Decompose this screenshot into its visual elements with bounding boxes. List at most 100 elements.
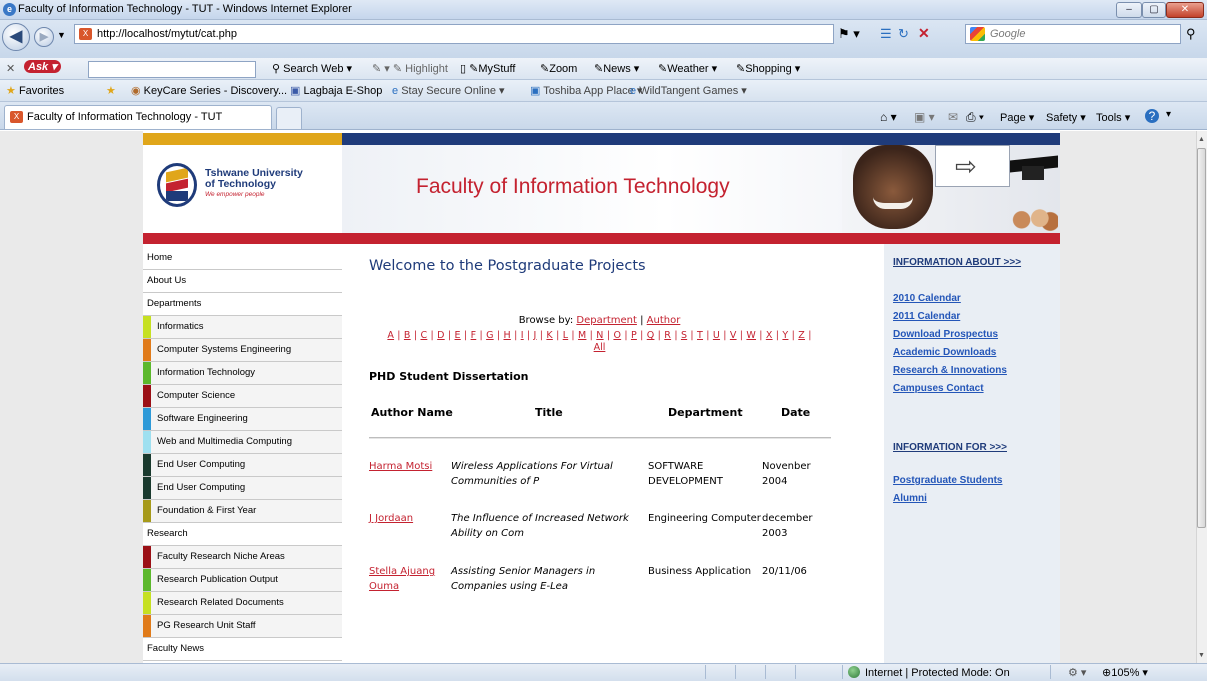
browse-author-link[interactable]: Author	[647, 315, 681, 326]
scrollbar-thumb[interactable]	[1197, 148, 1206, 528]
shopping-button[interactable]: ✎Shopping ▾	[736, 62, 800, 75]
letter-link[interactable]: X	[766, 330, 773, 341]
scroll-down-icon[interactable]: ▼	[1198, 652, 1205, 659]
menu-item[interactable]: Computer Systems Engineering	[143, 339, 342, 362]
menu-item[interactable]: Information Technology	[143, 362, 342, 385]
letter-link[interactable]: G	[486, 330, 494, 341]
link-alumni[interactable]: Alumni	[893, 493, 927, 504]
new-tab-button[interactable]	[276, 107, 302, 129]
zoom-button[interactable]: ✎Zoom	[540, 62, 577, 75]
compatibility-flag-icon[interactable]: ⚑ ▾	[838, 26, 860, 42]
search-box[interactable]: Google	[965, 24, 1181, 44]
maximize-button[interactable]: ▢	[1142, 2, 1166, 18]
favorite-link-lagbaja[interactable]: ▣ Lagbaja E-Shop	[290, 84, 382, 97]
author-link[interactable]: Stella Ajuang Ouma	[369, 566, 435, 592]
menu-item[interactable]: Faculty Research Niche Areas	[143, 546, 342, 569]
highlight-button[interactable]: ✎ ▾ ✎ Highlight	[372, 62, 448, 75]
menu-item[interactable]: Home	[143, 247, 342, 270]
letter-link[interactable]: Z	[798, 330, 805, 341]
favorite-link-toshiba[interactable]: ▣ Toshiba App Place ▾	[530, 84, 642, 97]
favorite-link-wildtangent[interactable]: e WildTangent Games ▾	[630, 84, 747, 97]
back-button[interactable]: ◀	[2, 23, 30, 51]
tab-favicon-icon: X	[10, 111, 23, 123]
stop-icon[interactable]: ✕	[918, 25, 930, 42]
ask-search-input[interactable]	[88, 61, 256, 78]
scroll-up-icon[interactable]: ▲	[1198, 136, 1205, 143]
zoom-control[interactable]: ⊕105% ▾	[1102, 666, 1148, 679]
all-link[interactable]: All	[594, 342, 606, 353]
search-go-icon[interactable]: ⚲	[1186, 26, 1196, 42]
link-research-innovations[interactable]: Research & Innovations	[893, 365, 1007, 376]
xampp-favicon-icon: X	[79, 28, 92, 40]
menu-item[interactable]: PG Research Unit Staff	[143, 615, 342, 638]
feeds-icon[interactable]: ▣ ▾	[914, 110, 935, 124]
menu-item[interactable]: Foundation & First Year	[143, 500, 342, 523]
row-date: Novenber 2004	[762, 461, 811, 487]
author-link[interactable]: J Jordaan	[369, 513, 413, 524]
link-campuses-contact[interactable]: Campuses Contact	[893, 383, 984, 394]
info-for-heading[interactable]: INFORMATION FOR >>>	[893, 442, 1007, 453]
mystuff-button[interactable]: ▯ ✎MyStuff	[460, 62, 515, 75]
menu-item[interactable]: Research Related Documents	[143, 592, 342, 615]
menu-item[interactable]: Software Engineering	[143, 408, 342, 431]
link-2010-calendar[interactable]: 2010 Calendar	[893, 293, 961, 304]
menu-item[interactable]: About Us	[143, 270, 342, 293]
menu-item[interactable]: Faculty News	[143, 638, 342, 661]
letter-link[interactable]: U	[713, 330, 720, 341]
link-2011-calendar[interactable]: 2011 Calendar	[893, 311, 960, 322]
home-icon[interactable]: ⌂ ▾	[880, 110, 897, 124]
favorite-link-keycare[interactable]: ◉ KeyCare Series - Discovery...	[131, 84, 287, 97]
info-about-heading[interactable]: INFORMATION ABOUT >>>	[893, 257, 1021, 268]
menu-item[interactable]: End User Computing	[143, 454, 342, 477]
menu-item[interactable]: Informatics	[143, 316, 342, 339]
refresh-icon[interactable]: ↻	[898, 26, 909, 42]
close-toolbar-icon[interactable]: ✕	[6, 62, 15, 75]
safety-menu[interactable]: Safety ▾	[1046, 111, 1086, 124]
menu-item[interactable]: Departments	[143, 293, 342, 316]
print-icon[interactable]: ⎙ ▾	[966, 110, 984, 125]
menu-item[interactable]: End User Computing	[143, 477, 342, 500]
favorites-button[interactable]: ★ Favorites	[6, 84, 64, 97]
letter-link[interactable]: O	[613, 330, 621, 341]
author-link[interactable]: Harma Motsi	[369, 461, 432, 472]
weather-button[interactable]: ✎Weather ▾	[658, 62, 717, 75]
browse-department-link[interactable]: Department	[576, 315, 637, 326]
search-web-button[interactable]: ⚲ Search Web ▾	[272, 62, 352, 75]
page-menu[interactable]: Page ▾	[1000, 111, 1034, 124]
recent-pages-dropdown-icon[interactable]: ▼	[57, 30, 66, 40]
link-postgraduate-students[interactable]: Postgraduate Students	[893, 475, 1002, 486]
link-academic-downloads[interactable]: Academic Downloads	[893, 347, 996, 358]
add-favorite-icon[interactable]: ★	[106, 84, 116, 97]
forward-button[interactable]: ▶	[34, 27, 54, 47]
letter-link[interactable]: N	[596, 330, 603, 341]
close-window-button[interactable]: ✕	[1166, 2, 1204, 18]
letter-link[interactable]: H	[504, 330, 511, 341]
row-title: The Influence of Increased Network Abili…	[451, 513, 629, 539]
menu-item[interactable]: Research	[143, 523, 342, 546]
letter-link[interactable]: B	[404, 330, 411, 341]
news-button[interactable]: ✎News ▾	[594, 62, 639, 75]
minimize-button[interactable]: –	[1116, 2, 1142, 18]
favorite-link-stay-secure[interactable]: e Stay Secure Online ▾	[392, 84, 505, 97]
menu-item[interactable]: Web and Multimedia Computing	[143, 431, 342, 454]
ask-logo-icon[interactable]: Ask ▾	[24, 60, 61, 73]
all-link-row: All	[369, 342, 830, 353]
letter-separator: |	[805, 330, 812, 341]
tab-active[interactable]: X Faculty of Information Technology - TU…	[4, 105, 272, 129]
letter-link[interactable]: V	[730, 330, 737, 341]
protected-mode-icon[interactable]: ⚙ ▾	[1068, 666, 1086, 679]
menu-item[interactable]: Research Publication Output	[143, 569, 342, 592]
tut-logo-icon[interactable]	[157, 163, 197, 207]
help-dropdown-icon[interactable]: ▾	[1166, 109, 1171, 120]
help-icon[interactable]: ?	[1145, 109, 1159, 123]
menu-item[interactable]: Computer Science	[143, 385, 342, 408]
rss-icon[interactable]: ☰	[880, 26, 892, 42]
mail-icon[interactable]: ✉	[948, 110, 958, 124]
status-divider	[795, 665, 796, 679]
letter-link[interactable]: D	[437, 330, 445, 341]
address-bar[interactable]: X http://localhost/mytut/cat.php	[74, 24, 834, 44]
tools-menu[interactable]: Tools ▾	[1096, 111, 1130, 124]
link-download-prospectus[interactable]: Download Prospectus	[893, 329, 998, 340]
security-zone-text[interactable]: Internet | Protected Mode: On	[865, 667, 1010, 679]
letter-link[interactable]: W	[746, 330, 756, 341]
